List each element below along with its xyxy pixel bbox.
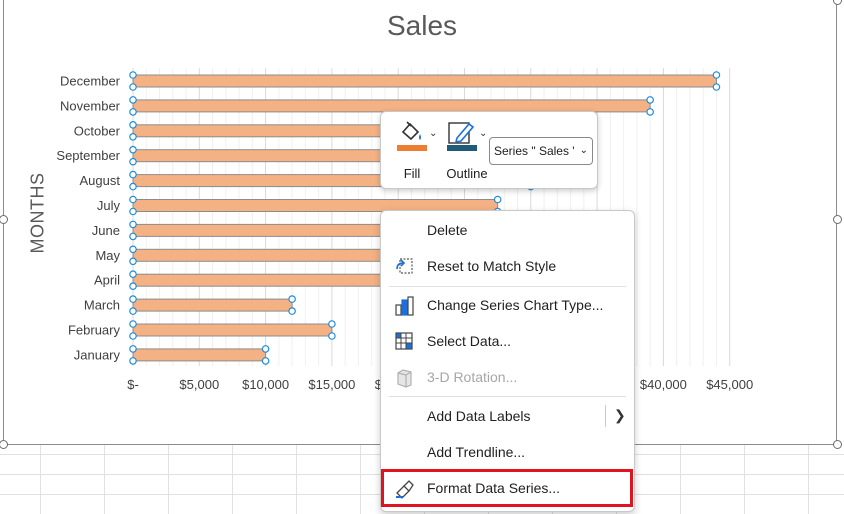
category-tick-label: June <box>92 223 120 238</box>
series-selection-handle[interactable] <box>129 345 137 353</box>
category-tick-label: April <box>94 273 120 288</box>
series-selection-handle[interactable] <box>129 282 137 291</box>
series-selection-handle[interactable] <box>129 133 137 141</box>
chevron-right-icon[interactable]: ❯ <box>614 407 626 424</box>
category-tick-label: September <box>56 148 120 163</box>
series-selection-handle[interactable] <box>129 108 137 116</box>
series-selection-handle[interactable] <box>129 270 137 279</box>
series-selection-handle[interactable] <box>129 83 137 91</box>
series-selection-handle[interactable] <box>493 195 502 204</box>
value-tick-label: $40,000 <box>640 377 687 392</box>
series-selection-handle[interactable] <box>129 182 137 191</box>
menu-item-label: Add Trendline... <box>427 444 526 460</box>
menu-item-3d-rotation: 3-D Rotation... <box>381 360 634 394</box>
series-selection-handle[interactable] <box>288 307 296 315</box>
menu-item-label: Reset to Match Style <box>427 258 557 274</box>
value-tick-label: $45,000 <box>706 377 753 392</box>
fill-label: Fill <box>403 166 421 181</box>
cube-icon <box>397 369 412 388</box>
highlight-annotation-box <box>381 469 633 507</box>
category-tick-label: March <box>84 298 120 313</box>
series-selection-handle[interactable] <box>129 145 137 154</box>
bar-january[interactable] <box>132 348 267 362</box>
bar-chart-icon <box>395 296 414 316</box>
menu-item-label: Select Data... <box>427 333 512 349</box>
category-tick-label: February <box>68 323 121 338</box>
mini-toolbar: ⌄ Fill ⌄ Outline Series " Sales ' ⌄ <box>380 111 598 189</box>
series-selection-handle[interactable] <box>646 96 654 104</box>
series-selection-handle[interactable] <box>129 157 137 166</box>
series-selection-handle[interactable] <box>129 207 137 216</box>
menu-item-add-data-labels[interactable]: Add Data Labels <box>381 399 634 433</box>
series-selection-handle[interactable] <box>129 295 137 303</box>
outline-color-swatch <box>447 145 477 151</box>
series-selection-handle[interactable] <box>328 320 336 328</box>
series-selection-handle[interactable] <box>129 96 137 104</box>
series-selection-handle[interactable] <box>712 83 721 91</box>
outline-button[interactable]: ⌄ Outline <box>439 118 495 184</box>
menu-item-reset-to-match-style[interactable]: Reset to Match Style <box>381 249 634 283</box>
submenu-divider <box>605 405 606 427</box>
series-selection-handle[interactable] <box>328 332 336 340</box>
series-selection-handle[interactable] <box>129 121 137 129</box>
series-selection-handle[interactable] <box>261 345 270 353</box>
series-selection-handle[interactable] <box>129 332 137 340</box>
bar-march[interactable] <box>132 298 293 312</box>
chevron-down-icon: ⌄ <box>579 145 588 156</box>
category-tick-label: January <box>74 347 121 362</box>
series-selection-handle[interactable] <box>129 220 137 229</box>
series-selection-handle[interactable] <box>288 295 296 303</box>
series-selection-handle[interactable] <box>129 232 137 241</box>
series-selection-handle[interactable] <box>261 357 270 365</box>
menu-item-add-trendline[interactable]: Add Trendline... <box>381 435 634 469</box>
series-selection-handle[interactable] <box>129 307 137 315</box>
menu-separator <box>389 286 626 287</box>
series-selector-value: Series " Sales ' <box>494 144 575 158</box>
value-tick-label: $15,000 <box>308 377 355 392</box>
menu-item-select-data[interactable]: Select Data... <box>381 324 634 358</box>
value-tick-label: $10,000 <box>242 377 289 392</box>
pen-outline-icon <box>448 122 475 144</box>
category-tick-label: November <box>60 98 121 113</box>
series-selection-handle[interactable] <box>129 71 137 79</box>
reset-style-icon <box>396 258 413 274</box>
menu-separator <box>389 396 626 397</box>
category-tick-label: December <box>60 74 121 89</box>
outline-dropdown-chevron-icon[interactable]: ⌄ <box>479 128 487 139</box>
series-selection-handle[interactable] <box>129 170 137 179</box>
context-menu: Delete Reset to Match Style Change Serie… <box>380 210 635 512</box>
series-selection-handle[interactable] <box>129 357 137 365</box>
fill-color-swatch <box>397 145 427 151</box>
fill-button[interactable]: ⌄ Fill <box>395 118 445 184</box>
menu-item-change-series-chart-type[interactable]: Change Series Chart Type... <box>381 288 634 322</box>
series-selection-handle[interactable] <box>712 71 721 79</box>
series-selection-handle[interactable] <box>129 320 137 328</box>
menu-item-delete[interactable]: Delete <box>381 213 634 247</box>
category-tick-label: October <box>74 123 121 138</box>
category-axis[interactable]: January February March April May June July Augu… <box>56 74 120 363</box>
menu-item-label: 3-D Rotation... <box>427 369 518 385</box>
fill-dropdown-chevron-icon[interactable]: ⌄ <box>429 128 437 139</box>
series-selection-handle[interactable] <box>129 257 137 266</box>
select-data-icon <box>395 332 413 350</box>
value-tick-label: $5,000 <box>179 377 219 392</box>
menu-item-label: Add Data Labels <box>427 408 531 424</box>
menu-item-label: Change Series Chart Type... <box>427 297 604 313</box>
series-selector-dropdown[interactable]: Series " Sales ' ⌄ <box>489 137 593 165</box>
series-selection-handle[interactable] <box>129 195 137 204</box>
category-tick-label: August <box>80 173 121 188</box>
series-selection-handle[interactable] <box>646 108 654 116</box>
category-tick-label: May <box>95 248 120 263</box>
bar-february[interactable] <box>132 323 333 337</box>
paint-bucket-icon <box>401 121 421 141</box>
menu-item-label: Delete <box>427 222 468 238</box>
outline-label: Outline <box>446 166 488 181</box>
series-selection-handle[interactable] <box>129 245 137 254</box>
category-tick-label: July <box>97 198 121 213</box>
value-tick-label: $- <box>127 377 139 392</box>
bar-december[interactable] <box>132 74 717 88</box>
